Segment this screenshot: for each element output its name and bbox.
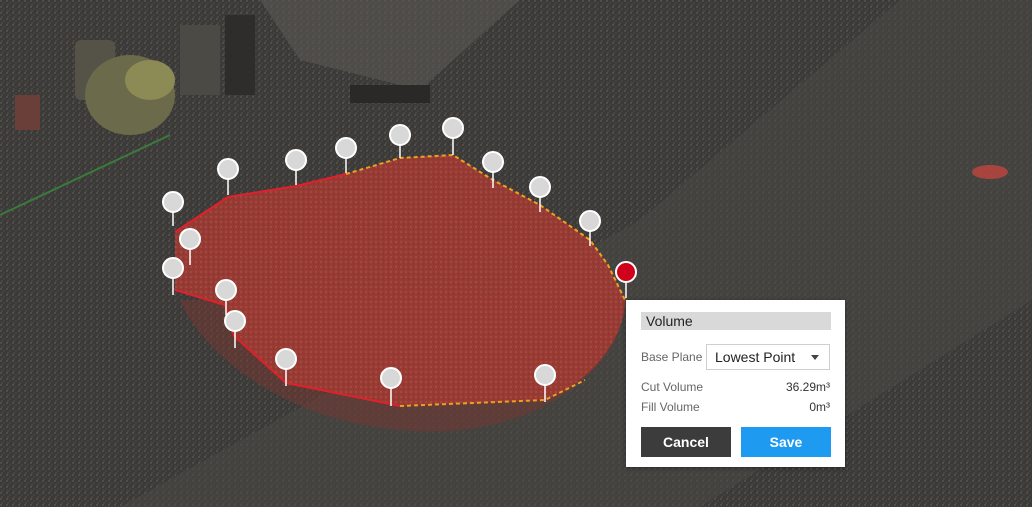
cancel-button[interactable]: Cancel	[641, 427, 731, 457]
volume-panel: Volume Base Plane Lowest Point Cut Volum…	[626, 300, 845, 467]
base-plane-select[interactable]: Lowest Point	[706, 344, 830, 370]
base-plane-value: Lowest Point	[715, 349, 796, 365]
base-plane-label: Base Plane	[641, 350, 703, 364]
cut-volume-label: Cut Volume	[641, 380, 704, 394]
panel-title: Volume	[641, 312, 831, 330]
point-cloud-viewport[interactable]	[0, 0, 1032, 507]
caret-down-icon	[811, 355, 819, 360]
fill-volume-label: Fill Volume	[641, 400, 700, 414]
fill-volume-value: 0m³	[809, 400, 830, 414]
save-button[interactable]: Save	[741, 427, 831, 457]
cut-volume-value: 36.29m³	[785, 380, 830, 394]
